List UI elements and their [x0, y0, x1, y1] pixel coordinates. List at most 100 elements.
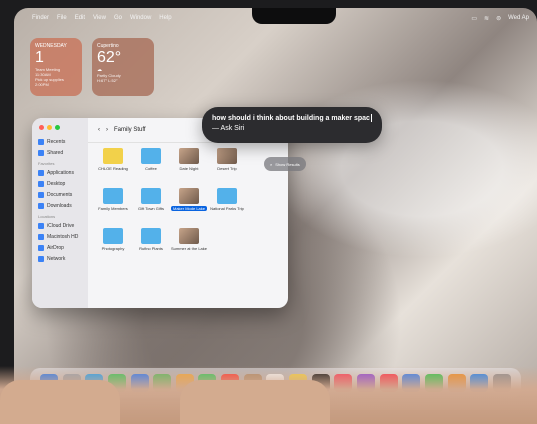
- menu-edit[interactable]: Edit: [75, 15, 85, 21]
- finder-item[interactable]: Family Members: [94, 188, 132, 228]
- finder-item-label: Desert Trip: [217, 166, 237, 171]
- finder-item: [246, 228, 284, 268]
- finder-item-label: Date Night: [179, 166, 199, 171]
- finder-sidebar: Recents Shared Favorites Applications De…: [32, 118, 88, 308]
- finder-icon-grid: CHLOE Reading Coffee Date Night Desert Trip…: [94, 148, 284, 308]
- left-hand: [0, 380, 120, 424]
- finder-item-label: Maker Mode Lake: [170, 206, 207, 211]
- sidebar-item-label: AirDrop: [47, 244, 64, 251]
- finder-item[interactable]: CHLOE Reading: [94, 148, 132, 188]
- hands-on-keyboard: [0, 366, 537, 424]
- finder-item-label: Summer at the Lake: [170, 246, 208, 251]
- folder-icon: [103, 148, 123, 164]
- network-icon: [38, 255, 44, 262]
- search-icon: ⌕: [270, 161, 273, 167]
- menu-bar: Finder File Edit View Go Window Help ▭ ≋…: [14, 8, 537, 28]
- finder-item-label: National Parks Trip: [210, 206, 244, 211]
- sidebar-item-label: iCloud Drive: [47, 222, 75, 229]
- documents-icon: [38, 191, 44, 198]
- text-cursor: [370, 114, 372, 123]
- finder-item[interactable]: Date Night: [170, 148, 208, 188]
- icloud-icon: [38, 222, 44, 229]
- finder-item: [246, 188, 284, 228]
- finder-item[interactable]: Summer at the Lake: [170, 228, 208, 268]
- clock-icon: [38, 138, 44, 145]
- calendar-date: 1: [35, 49, 44, 66]
- siri-prompt: — Ask Siri: [212, 125, 245, 132]
- finder-item: [208, 228, 246, 268]
- weather-widget[interactable]: Cupertino 62° ☁ Partly Cloudy H:67° L:52…: [92, 38, 154, 96]
- finder-item[interactable]: Coffee: [132, 148, 170, 188]
- sidebar-item-macintosh-hd[interactable]: Macintosh HD: [32, 231, 88, 242]
- menu-window[interactable]: Window: [130, 15, 151, 21]
- battery-icon[interactable]: ▭: [471, 15, 477, 22]
- finder-item-label: Rufino Plants: [139, 246, 163, 251]
- folder-icon: [141, 188, 161, 204]
- photo-thumbnail: [179, 188, 199, 204]
- siri-type-panel[interactable]: how should i think about building a make…: [202, 107, 382, 143]
- menu-clock[interactable]: Wed Ap: [508, 15, 529, 21]
- sidebar-item-label: Downloads: [47, 202, 72, 209]
- sidebar-item-recents[interactable]: Recents: [32, 136, 88, 147]
- show-results-label: Show Results: [275, 161, 300, 167]
- finder-window: Recents Shared Favorites Applications De…: [32, 118, 288, 308]
- calendar-event-2-time: 2:00PM: [35, 82, 49, 87]
- calendar-widget[interactable]: WEDNESDAY 1 Team Meeting 11:30AM Pick up…: [30, 38, 82, 96]
- applications-icon: [38, 169, 44, 176]
- folder-icon: [141, 228, 161, 244]
- menu-go[interactable]: Go: [114, 15, 122, 21]
- weather-temp: 62°: [97, 49, 122, 66]
- show-results-button[interactable]: ⌕ Show Results: [264, 157, 306, 171]
- finder-item-label: Coffee: [145, 166, 157, 171]
- sidebar-item-documents[interactable]: Documents: [32, 189, 88, 200]
- finder-item[interactable]: National Parks Trip: [208, 188, 246, 228]
- desktop-icon: [38, 180, 44, 187]
- sidebar-item-label: Recents: [47, 138, 66, 145]
- sidebar-item-desktop[interactable]: Desktop: [32, 178, 88, 189]
- menu-help[interactable]: Help: [159, 15, 171, 21]
- forward-icon[interactable]: ›: [106, 127, 108, 133]
- folder-icon: [141, 148, 161, 164]
- finder-item[interactable]: Rufino Plants: [132, 228, 170, 268]
- close-icon[interactable]: [39, 125, 44, 130]
- finder-item[interactable]: Desert Trip: [208, 148, 246, 188]
- right-hand: [180, 380, 330, 424]
- sidebar-item-label: Applications: [47, 169, 74, 176]
- finder-item[interactable]: Gift Town Gifts: [132, 188, 170, 228]
- desktop: Finder File Edit View Go Window Help ▭ ≋…: [14, 8, 537, 410]
- sidebar-item-icloud[interactable]: iCloud Drive: [32, 220, 88, 231]
- folder-icon: [103, 228, 123, 244]
- sidebar-item-label: Network: [47, 255, 66, 262]
- sidebar-item-label: Documents: [47, 191, 73, 198]
- sidebar-item-downloads[interactable]: Downloads: [32, 200, 88, 211]
- menu-file[interactable]: File: [57, 15, 67, 21]
- folder-icon: [103, 188, 123, 204]
- siri-query-input[interactable]: how should i think about building a make…: [212, 115, 370, 122]
- sidebar-item-label: Shared: [47, 149, 64, 156]
- minimize-icon[interactable]: [47, 125, 52, 130]
- airdrop-icon: [38, 244, 44, 251]
- disk-icon: [38, 233, 44, 240]
- folder-icon: [217, 188, 237, 204]
- sidebar-item-airdrop[interactable]: AirDrop: [32, 242, 88, 253]
- sidebar-section-locations: Locations: [38, 214, 56, 219]
- window-controls: [32, 118, 88, 136]
- sidebar-item-shared[interactable]: Shared: [32, 147, 88, 158]
- weather-range: H:67° L:52°: [97, 78, 118, 83]
- zoom-icon[interactable]: [55, 125, 60, 130]
- control-center-icon[interactable]: ⊜: [496, 15, 501, 22]
- photo-thumbnail: [217, 148, 237, 164]
- sidebar-section-favorites: Favorites: [38, 161, 55, 166]
- menu-view[interactable]: View: [93, 15, 106, 21]
- photo-thumbnail: [179, 148, 199, 164]
- sidebar-item-network[interactable]: Network: [32, 253, 88, 264]
- sidebar-item-applications[interactable]: Applications: [32, 167, 88, 178]
- back-icon[interactable]: ‹: [98, 127, 100, 133]
- finder-item[interactable]: Photography: [94, 228, 132, 268]
- finder-item[interactable]: Maker Mode Lake: [170, 188, 208, 228]
- menu-finder[interactable]: Finder: [32, 15, 49, 21]
- finder-item-label: Family Members: [98, 206, 128, 211]
- wifi-icon[interactable]: ≋: [484, 15, 489, 22]
- finder-item-label: Photography: [101, 246, 125, 251]
- sidebar-item-label: Macintosh HD: [47, 233, 79, 240]
